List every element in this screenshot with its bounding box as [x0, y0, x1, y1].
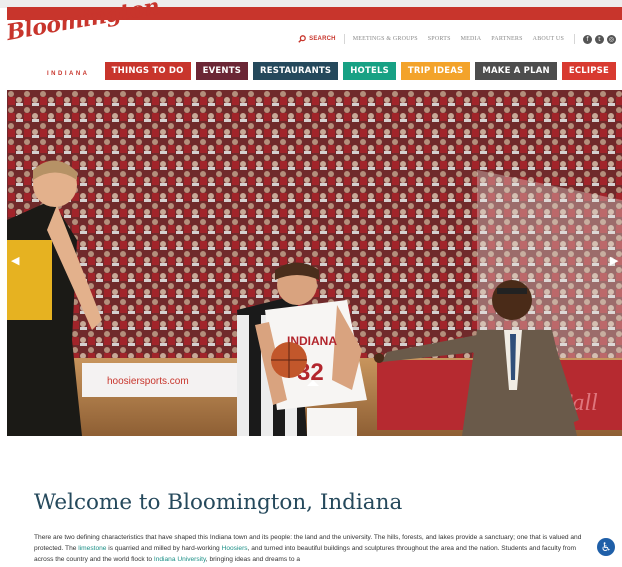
slide-indicator-icon[interactable]	[307, 380, 319, 386]
social-links: f t ◎	[583, 34, 616, 44]
util-link-media[interactable]: MEDIA	[461, 36, 482, 42]
nav-events[interactable]: EVENTS	[195, 62, 249, 80]
hoosiers-link[interactable]: Hoosiers	[222, 545, 248, 552]
util-link-meetings[interactable]: MEETINGS & GROUPS	[353, 36, 418, 42]
hero-slideshow[interactable]: hoosiersports.com OnCall INDIANA 32 ◀ ▶	[7, 90, 622, 436]
site-logo[interactable]: Bloomington INDIANA	[4, 0, 161, 78]
util-divider	[343, 34, 345, 44]
search-link[interactable]: SEARCH	[298, 35, 336, 43]
nav-eclipse[interactable]: ECLIPSE	[561, 62, 616, 80]
util-link-about[interactable]: ABOUT US	[533, 36, 564, 42]
slide-prev-arrow-icon[interactable]: ◀	[11, 254, 19, 267]
nav-make-a-plan[interactable]: MAKE A PLAN	[475, 62, 557, 80]
main-nav: THINGS TO DO EVENTS RESTAURANTS HOTELS T…	[104, 62, 616, 80]
welcome-text-4: , bringing ideas and dreams to a	[205, 556, 300, 563]
courtside-banner-text: hoosiersports.com	[107, 376, 189, 387]
welcome-title: Welcome to Bloomington, Indiana	[34, 490, 403, 515]
welcome-text-2: is quarried and milled by hard-working	[106, 545, 222, 552]
nav-trip-ideas[interactable]: TRIP IDEAS	[400, 62, 471, 80]
accessibility-icon[interactable]: ♿	[597, 538, 615, 556]
indiana-university-link[interactable]: Indiana University	[154, 556, 206, 563]
limestone-link[interactable]: limestone	[78, 545, 106, 552]
welcome-section: Welcome to Bloomington, Indiana There ar…	[0, 436, 622, 567]
search-label: SEARCH	[309, 36, 336, 42]
nav-hotels[interactable]: HOTELS	[343, 62, 396, 80]
instagram-icon[interactable]: ◎	[607, 34, 616, 44]
facebook-icon[interactable]: f	[583, 34, 592, 44]
utility-nav: SEARCH MEETINGS & GROUPS SPORTS MEDIA PA…	[298, 33, 616, 45]
logo-subtitle: INDIANA	[47, 71, 90, 77]
util-divider	[574, 34, 575, 44]
slide-next-arrow-icon[interactable]: ▶	[610, 254, 618, 267]
util-link-partners[interactable]: PARTNERS	[491, 36, 522, 42]
twitter-icon[interactable]: t	[595, 34, 604, 44]
util-link-sports[interactable]: SPORTS	[428, 36, 451, 42]
nav-restaurants[interactable]: RESTAURANTS	[253, 62, 339, 80]
search-icon	[298, 35, 306, 43]
nav-things-to-do[interactable]: THINGS TO DO	[104, 62, 191, 80]
welcome-paragraph: There are two defining characteristics t…	[34, 532, 589, 565]
